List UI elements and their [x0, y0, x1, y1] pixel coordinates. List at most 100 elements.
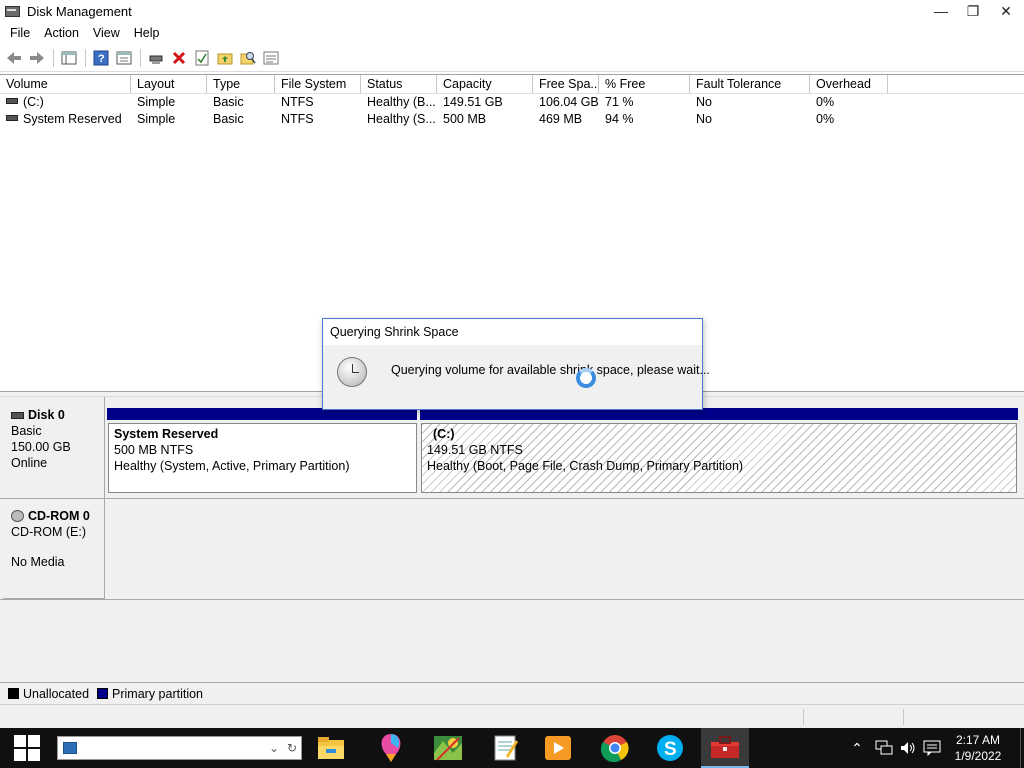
volume-status: Healthy (S... — [367, 112, 436, 126]
partition-detail: 149.51 GB NTFS — [427, 443, 523, 457]
volume-type: Basic — [213, 95, 244, 109]
close-button[interactable]: ✕ — [989, 0, 1023, 22]
cdrom-name: CD-ROM 0 — [28, 509, 90, 523]
notepad-icon[interactable] — [481, 728, 529, 768]
folder-up-icon[interactable] — [214, 47, 236, 69]
toolbar-separator — [53, 48, 54, 67]
column-header-overhead[interactable]: Overhead — [810, 75, 888, 93]
column-header-percent-free[interactable]: % Free — [599, 75, 690, 93]
column-header-layout[interactable]: Layout — [131, 75, 207, 93]
volume-row[interactable]: System Reserved Simple Basic NTFS Health… — [0, 111, 1024, 128]
show-desktop-button[interactable] — [1020, 728, 1024, 768]
forward-icon[interactable] — [26, 47, 48, 69]
help-icon[interactable]: ? — [90, 47, 112, 69]
partition-name: (C:) — [433, 427, 455, 441]
paint-3d-icon[interactable] — [367, 728, 415, 768]
column-header-volume[interactable]: Volume — [0, 75, 131, 93]
delete-icon[interactable] — [168, 47, 190, 69]
toolbar-separator — [85, 48, 86, 67]
volume-percent-free: 94 % — [605, 112, 634, 126]
column-header-free-space[interactable]: Free Spa... — [533, 75, 599, 93]
search-input[interactable] — [83, 738, 265, 758]
cd-rom-icon — [11, 510, 24, 522]
querying-shrink-dialog: Querying Shrink Space Querying volume fo… — [322, 318, 710, 410]
menu-help[interactable]: Help — [127, 26, 167, 40]
cdrom-0-label[interactable]: CD-ROM 0 CD-ROM (E:) No Media — [3, 499, 105, 599]
partition-detail: 500 MB NTFS — [114, 443, 194, 457]
network-icon[interactable] — [873, 738, 895, 758]
dialog-title: Querying Shrink Space — [323, 319, 702, 345]
svg-text:S: S — [664, 739, 677, 760]
volume-name: System Reserved — [23, 112, 122, 126]
partition-system-reserved[interactable]: System Reserved 500 MB NTFS Healthy (Sys… — [108, 423, 417, 493]
volume-free-space: 469 MB — [539, 112, 583, 126]
volume-layout: Simple — [137, 112, 176, 126]
disk-state: Online — [11, 456, 48, 470]
volume-capacity: 149.51 GB — [443, 95, 503, 109]
minimize-button[interactable]: — — [924, 0, 958, 22]
chevron-down-icon[interactable]: ⌄ — [265, 738, 283, 758]
status-separator — [903, 709, 904, 725]
legend: Unallocated Primary partition — [0, 682, 1024, 704]
skype-icon[interactable]: S — [646, 728, 694, 768]
menu-view[interactable]: View — [86, 26, 127, 40]
search-folder-icon[interactable] — [237, 47, 259, 69]
properties-icon[interactable] — [113, 47, 135, 69]
volume-fault-tolerance: No — [696, 112, 712, 126]
legend-swatch-primary — [97, 688, 109, 699]
volume-free-space: 106.04 GB — [539, 95, 599, 109]
column-header-capacity[interactable]: Capacity — [437, 75, 533, 93]
taskbar-search[interactable]: ⌄ ↻ — [57, 736, 302, 760]
disk-management-icon — [4, 4, 20, 18]
volume-name: (C:) — [23, 95, 44, 109]
menu-file[interactable]: File — [3, 26, 37, 40]
maps-icon[interactable] — [424, 728, 472, 768]
partition-status: Healthy (Boot, Page File, Crash Dump, Pr… — [427, 459, 744, 473]
title-bar: Disk Management — ❐ ✕ — [0, 0, 1024, 22]
media-player-icon[interactable] — [534, 728, 582, 768]
clock-icon — [337, 357, 367, 387]
column-header-status[interactable]: Status — [361, 75, 437, 93]
taskbar-clock[interactable]: 2:17 AM 1/9/2022 — [950, 732, 1006, 764]
disk-row-divider — [0, 498, 1024, 499]
refresh-icon[interactable]: ↻ — [283, 738, 301, 758]
clock-date: 1/9/2022 — [954, 749, 1002, 763]
disk-0-label[interactable]: Disk 0 Basic 150.00 GB Online — [3, 397, 105, 499]
chevron-up-icon[interactable]: ⌃ — [846, 738, 868, 758]
file-explorer-icon[interactable] — [307, 728, 355, 768]
window-title: Disk Management — [27, 3, 132, 19]
list-view-icon[interactable] — [260, 47, 282, 69]
connect-icon[interactable] — [145, 47, 167, 69]
menu-bar: File Action View Help — [0, 22, 1024, 43]
menu-action[interactable]: Action — [37, 26, 86, 40]
column-header-fault-tolerance[interactable]: Fault Tolerance — [690, 75, 810, 93]
windows-logo-icon — [14, 735, 40, 761]
volume-percent-free: 71 % — [605, 95, 634, 109]
toolbox-icon[interactable] — [701, 728, 749, 768]
drive-icon — [6, 98, 18, 104]
restore-button[interactable]: ❐ — [956, 0, 990, 22]
disk-type: Basic — [11, 424, 42, 438]
volume-status: Healthy (B... — [367, 95, 436, 109]
check-icon[interactable] — [191, 47, 213, 69]
partition-c-drive[interactable]: (C:) 149.51 GB NTFS Healthy (Boot, Page … — [421, 423, 1017, 493]
action-center-icon[interactable] — [921, 738, 943, 758]
column-header-type[interactable]: Type — [207, 75, 275, 93]
volume-fault-tolerance: No — [696, 95, 712, 109]
column-header-file-system[interactable]: File System — [275, 75, 361, 93]
disk-graphical-view: Disk 0 Basic 150.00 GB Online System Res… — [0, 397, 1024, 682]
cdrom-media: No Media — [11, 555, 65, 569]
search-box-icon — [63, 742, 77, 754]
busy-cursor-icon — [576, 368, 596, 388]
start-button[interactable] — [0, 728, 54, 768]
volume-row[interactable]: (C:) Simple Basic NTFS Healthy (B... 149… — [0, 94, 1024, 111]
volume-icon[interactable] — [897, 738, 919, 758]
chrome-icon[interactable] — [591, 728, 639, 768]
dialog-message: Querying volume for available shrink spa… — [391, 363, 710, 377]
console-tree-icon[interactable] — [58, 47, 80, 69]
cdrom-drive: CD-ROM (E:) — [11, 525, 86, 539]
toolbar-separator — [140, 48, 141, 67]
back-icon[interactable] — [3, 47, 25, 69]
volume-file-system: NTFS — [281, 112, 314, 126]
volume-layout: Simple — [137, 95, 176, 109]
